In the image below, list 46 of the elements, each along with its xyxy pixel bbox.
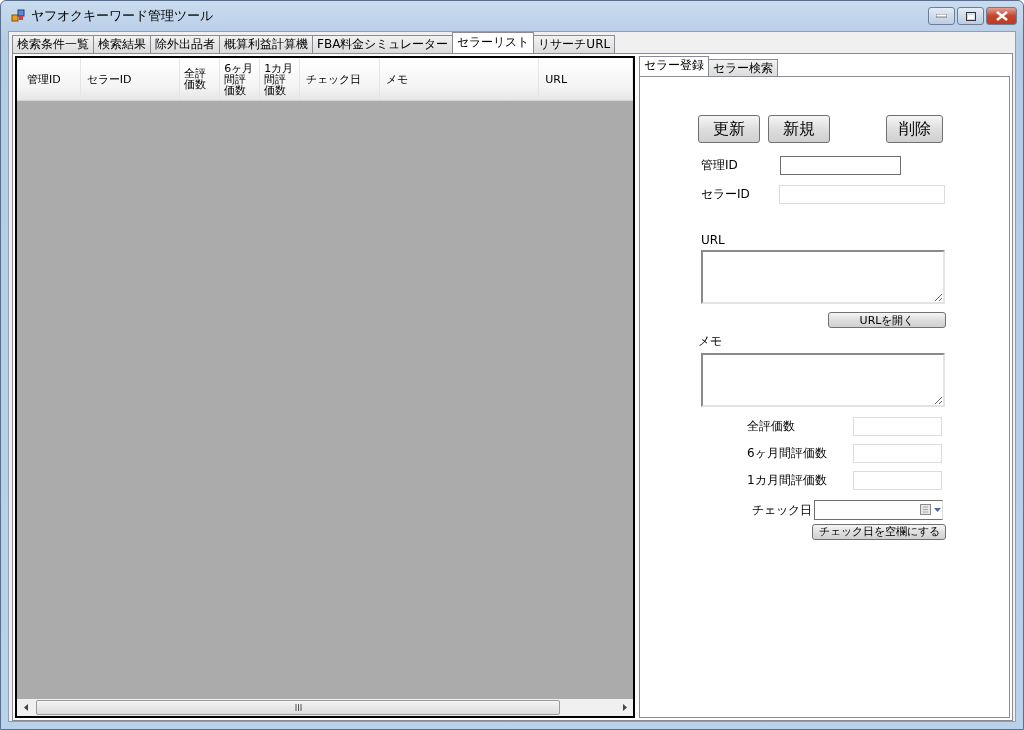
clear-date-button[interactable]: チェック日を空欄にする — [812, 524, 946, 540]
action-button[interactable]: 新規 — [768, 115, 830, 143]
column-header[interactable]: 1カ月間評価数 — [260, 58, 301, 100]
field-label: チェック日 — [752, 501, 813, 519]
column-header[interactable]: 6ヶ月間評価数 — [220, 58, 261, 100]
column-header[interactable]: URL — [539, 58, 633, 100]
maximize-button[interactable] — [957, 7, 984, 25]
field-label: 管理ID — [701, 157, 739, 174]
maximize-icon — [965, 11, 976, 21]
tab[interactable]: 検索結果 — [93, 35, 151, 53]
tab[interactable]: リサーチURL — [533, 35, 616, 53]
tab[interactable]: セラー登録 — [639, 56, 709, 76]
field-label: 1カ月間評価数 — [747, 472, 828, 489]
field-label: 全評価数 — [747, 418, 796, 435]
memo-field[interactable] — [701, 353, 945, 407]
column-header[interactable]: メモ — [379, 58, 540, 100]
field-label: URL — [701, 233, 726, 247]
action-button[interactable]: 更新 — [698, 115, 760, 143]
date-picker[interactable] — [814, 500, 943, 520]
tab[interactable]: 検索条件一覧 — [12, 35, 94, 53]
tab[interactable]: 除外出品者 — [150, 35, 220, 53]
open-url-button[interactable]: URLを開く — [828, 312, 946, 328]
tab[interactable]: FBA料金シミュレーター — [312, 35, 454, 53]
window-title: ヤフオクキーワード管理ツール — [31, 7, 214, 25]
scroll-left-icon[interactable] — [23, 704, 28, 711]
close-icon — [995, 11, 1008, 21]
field-label: 6ヶ月間評価数 — [747, 445, 828, 462]
field-label: セラーID — [701, 186, 751, 203]
scrollbar-thumb[interactable] — [36, 700, 560, 715]
tab[interactable]: 概算利益計算機 — [219, 35, 313, 53]
column-header[interactable]: 管理ID — [21, 58, 81, 100]
text-field[interactable] — [780, 156, 901, 175]
column-header[interactable]: チェック日 — [300, 58, 380, 100]
tab[interactable]: セラーリスト — [452, 32, 535, 53]
app-icon — [11, 9, 25, 23]
horizontal-scrollbar[interactable] — [17, 699, 633, 716]
action-button[interactable]: 削除 — [886, 115, 943, 143]
close-button[interactable] — [986, 7, 1017, 25]
minimize-icon — [936, 14, 947, 18]
tab[interactable]: セラー検索 — [708, 59, 778, 76]
column-header[interactable]: 全評価数 — [180, 58, 221, 100]
field-label: メモ — [698, 333, 723, 350]
column-header[interactable]: セラーID — [80, 58, 181, 100]
scroll-right-icon[interactable] — [622, 704, 627, 711]
calendar-dropdown-icon[interactable] — [920, 504, 942, 516]
url-field[interactable] — [701, 250, 945, 304]
